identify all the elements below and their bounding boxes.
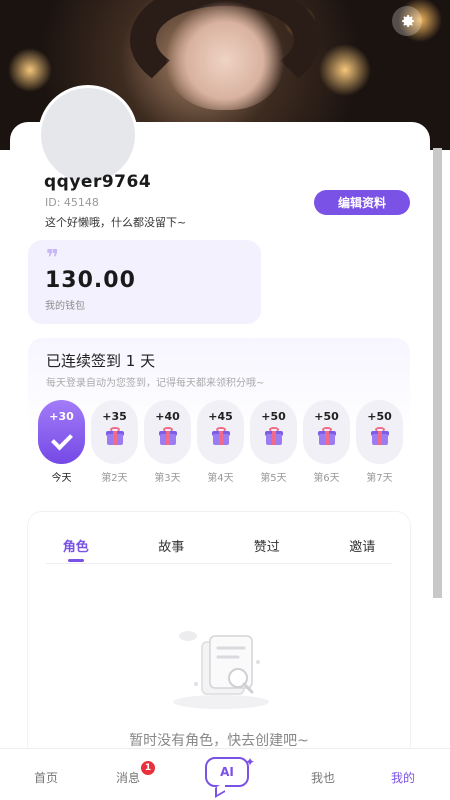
checkin-day-box: +50 [250,400,297,464]
tab-invite[interactable]: 邀请 [332,536,392,555]
checkin-reward: +50 [261,410,286,423]
nav-discover[interactable]: 我也 [311,769,335,786]
checkin-day-5[interactable]: +50 第5天 [250,400,297,484]
checkin-day-label: 第7天 [366,473,393,484]
gift-icon [158,427,177,445]
nav-messages[interactable]: 消息 [116,769,140,786]
ai-button[interactable]: AI [205,757,249,787]
checkin-day-label: 第2天 [101,473,128,484]
checkin-reward: +35 [102,410,127,423]
nav-profile[interactable]: 我的 [391,769,415,786]
checkin-subtitle: 每天登录自动为您签到，记得每天都来领积分哦~ [46,378,265,389]
wallet-card[interactable]: ❞ 130.00 我的钱包 [28,240,261,324]
checkin-day-label: 今天 [51,473,72,484]
username: qqyer9764 [44,172,152,192]
checkin-day-box: +35 [91,400,138,464]
tab-liked[interactable]: 赞过 [237,536,297,555]
empty-state-text: 暂时没有角色，快去创建吧~ [129,733,309,749]
page-scrollbar[interactable] [433,148,442,598]
checkin-reward: +50 [367,410,392,423]
checkin-day-6[interactable]: +50 第6天 [303,400,350,484]
checkin-day-label: 第6天 [313,473,340,484]
checkin-day-7[interactable]: +50 第7天 [356,400,403,484]
banner-character-face [165,0,285,110]
checkin-day-label: 第5天 [260,473,287,484]
checkin-day-box: +50 [303,400,350,464]
checkin-day-label: 第3天 [154,473,181,484]
user-bio: 这个好懒哦，什么都没留下~ [45,216,187,229]
checkin-day-box: +30 [38,400,85,464]
message-badge: 1 [141,761,155,775]
settings-button[interactable] [392,6,422,36]
tab-bar: 角色 故事 赞过 邀请 [28,536,410,562]
empty-state-illustration [173,631,269,709]
checkin-days: +30 今天 +35 第2天 +40 第3天 +45 第4天 +50 第5天 +… [38,400,403,484]
checkin-day-box: +40 [144,400,191,464]
gear-icon [402,15,415,27]
checkin-day-3[interactable]: +40 第3天 [144,400,191,484]
checkin-card: 已连续签到 1 天 每天登录自动为您签到，记得每天都来领积分哦~ +30 今天 … [28,338,410,498]
gift-icon [370,427,389,445]
checkin-day-4[interactable]: +45 第4天 [197,400,244,484]
checkin-day-box: +50 [356,400,403,464]
quote-icon: ❞ [46,246,59,271]
user-id: ID: 45148 [45,196,99,209]
tabs-divider [46,563,392,564]
bottom-nav: 首页 消息 1 AI ✦ 我也 我的 [0,748,450,800]
nav-home[interactable]: 首页 [34,769,58,786]
edit-profile-button[interactable]: 编辑资料 [314,190,410,215]
wallet-label: 我的钱包 [45,301,85,312]
checkin-title: 已连续签到 1 天 [46,352,156,370]
gift-icon [317,427,336,445]
gift-icon [264,427,283,445]
checkin-reward: +45 [208,410,233,423]
checkin-day-label: 第4天 [207,473,234,484]
checkin-day-1[interactable]: +30 今天 [38,400,85,484]
checkin-reward: +40 [155,410,180,423]
sparkle-icon: ✦ [245,755,256,769]
checkin-day-2[interactable]: +35 第2天 [91,400,138,484]
check-icon [51,429,73,451]
tab-characters[interactable]: 角色 [46,536,106,562]
checkin-reward: +50 [314,410,339,423]
tab-stories[interactable]: 故事 [141,536,201,555]
gift-icon [211,427,230,445]
wallet-amount: 130.00 [45,268,136,293]
gift-icon [105,427,124,445]
avatar[interactable] [38,85,138,185]
checkin-day-box: +45 [197,400,244,464]
checkin-reward: +30 [49,410,74,423]
